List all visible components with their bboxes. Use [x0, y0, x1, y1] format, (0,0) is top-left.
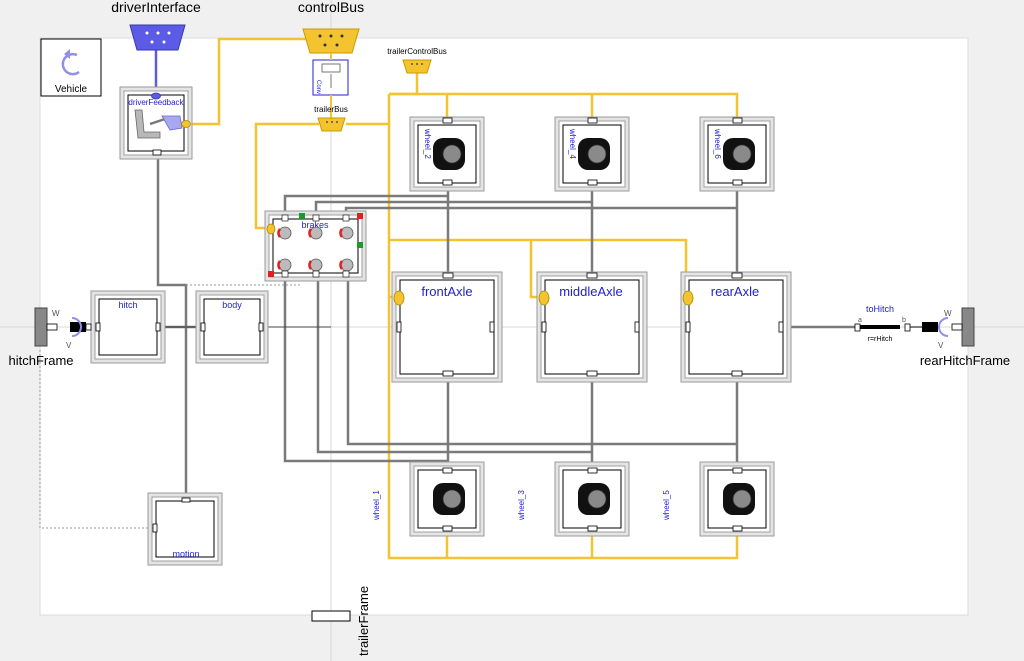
rear-axle-label: rearAxle — [711, 284, 759, 299]
conv-block[interactable]: Conv — [312, 59, 349, 96]
wheel-5-label: wheel_5 — [662, 490, 671, 521]
hitch-frame-v: V — [66, 341, 72, 350]
trailer-control-bus-label: trailerControlBus — [387, 47, 447, 56]
brake-green-indicator-top — [299, 213, 305, 219]
wheel-4-label: wheel_4 — [568, 128, 577, 159]
rear-axle-bus-port[interactable] — [682, 290, 694, 306]
brake-green-indicator-right — [357, 242, 363, 248]
trailer-bus-connector[interactable] — [317, 117, 346, 132]
control-bus-label: controlBus — [298, 0, 364, 15]
wheel-4-block[interactable]: wheel_4 — [554, 116, 630, 192]
front-axle-block[interactable]: frontAxle — [391, 271, 503, 383]
to-hitch-a: a — [858, 317, 862, 324]
conv-label: Conv — [315, 80, 321, 94]
trailer-bus-label: trailerBus — [314, 105, 348, 114]
brake-red-indicator-top — [357, 213, 363, 219]
middle-axle-block[interactable]: middleAxle — [536, 271, 648, 383]
to-hitch-label: toHitch — [866, 304, 894, 314]
body-label: body — [222, 300, 242, 310]
middle-axle-label: middleAxle — [559, 284, 623, 299]
rear-hitch-frame-v: V — [938, 341, 944, 350]
hitch-block[interactable]: hitch — [90, 290, 166, 364]
brakes-block[interactable]: brakes — [264, 210, 367, 282]
hitch-label: hitch — [118, 300, 137, 310]
wheel-2-label: wheel_2 — [423, 128, 432, 159]
middle-axle-bus-port[interactable] — [538, 290, 550, 306]
driver-interface-label: driverInterface — [111, 0, 201, 15]
body-block[interactable]: body — [195, 290, 269, 364]
rear-axle-block[interactable]: rearAxle — [680, 271, 792, 383]
motion-block[interactable]: motion — [147, 492, 223, 566]
frame-plate-icon — [34, 307, 48, 347]
control-bus-connector[interactable] — [302, 28, 360, 54]
feedback-driver-port[interactable] — [151, 92, 161, 100]
feedback-frame-port[interactable] — [152, 149, 162, 156]
vehicle-icon-block: Vehicle — [40, 38, 102, 97]
rear-hitch-frame-w: W — [944, 309, 952, 318]
wheel-3-label: wheel_3 — [517, 490, 526, 521]
wheel-1-label: wheel_1 — [372, 490, 381, 521]
motion-label: motion — [172, 549, 199, 559]
rear-hitch-frame-label: rearHitchFrame — [920, 353, 1010, 368]
wheel-6-label: wheel_6 — [713, 128, 722, 159]
hitch-frame-label: hitchFrame — [8, 353, 73, 368]
feedback-bus-port[interactable] — [181, 120, 191, 128]
driver-feedback-block[interactable]: driverFeedback — [119, 86, 193, 160]
wheel-2-block[interactable]: wheel_2 — [409, 116, 485, 192]
vehicle-label: Vehicle — [55, 84, 88, 95]
brake-red-indicator-bottom — [268, 271, 274, 277]
trailer-frame-connector[interactable] — [311, 610, 351, 622]
to-hitch-param: r=rHitch — [868, 336, 893, 343]
front-axle-label: frontAxle — [421, 284, 472, 299]
hitch-frame-w: W — [52, 309, 60, 318]
trailer-control-bus-connector[interactable] — [402, 59, 432, 74]
front-axle-bus-port[interactable] — [393, 290, 405, 306]
modelica-diagram-canvas: driverInterface controlBus Conv trailerB… — [0, 0, 1024, 661]
wheel-6-block[interactable]: wheel_6 — [699, 116, 775, 192]
frame-plate-icon — [961, 307, 975, 347]
brakes-bus-port[interactable] — [266, 223, 276, 235]
driver-interface-connector[interactable] — [129, 24, 186, 51]
trailer-frame-label: trailerFrame — [356, 586, 371, 656]
to-hitch-b: b — [902, 317, 906, 324]
